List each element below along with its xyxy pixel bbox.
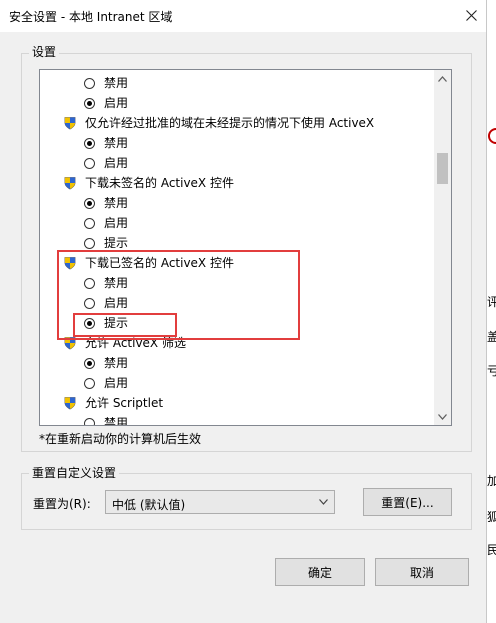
- radio-unchecked-icon[interactable]: [84, 157, 95, 169]
- radio-unchecked-icon[interactable]: [84, 77, 95, 89]
- chevron-down-icon: [438, 413, 447, 420]
- background-text-6: 民: [487, 543, 496, 557]
- settings-group-label: 设置: [29, 45, 60, 59]
- scroll-down-button[interactable]: [434, 408, 451, 425]
- background-text-4: 加: [487, 474, 496, 488]
- setting-option-label: 启用: [104, 376, 129, 390]
- setting-option-label: 禁用: [104, 136, 129, 150]
- title-bar: 安全设置 - 本地 Intranet 区域: [0, 0, 486, 32]
- setting-option-label: 启用: [104, 156, 129, 170]
- setting-option-radio[interactable]: 启用: [84, 153, 128, 173]
- setting-option-radio[interactable]: 禁用: [84, 193, 128, 213]
- radio-unchecked-icon[interactable]: [84, 377, 95, 389]
- window-title: 安全设置 - 本地 Intranet 区域: [9, 10, 173, 24]
- setting-heading: 仅允许经过批准的域在未经提示的情况下使用 ActiveX: [64, 113, 374, 133]
- cancel-button[interactable]: 取消: [375, 558, 469, 586]
- setting-option-label: 启用: [104, 96, 129, 110]
- setting-option-label: 禁用: [104, 76, 129, 90]
- radio-unchecked-icon[interactable]: [84, 417, 95, 425]
- background-text-5: 狐: [487, 510, 496, 524]
- background-text-3: 亏: [487, 364, 496, 378]
- radio-unchecked-icon[interactable]: [84, 217, 95, 229]
- shield-icon: [64, 117, 76, 130]
- setting-option-radio[interactable]: 禁用: [84, 413, 128, 425]
- setting-option-radio[interactable]: 启用: [84, 213, 128, 233]
- setting-heading-label: 仅允许经过批准的域在未经提示的情况下使用 ActiveX: [85, 116, 375, 130]
- radio-checked-icon[interactable]: [84, 97, 95, 109]
- settings-listbox[interactable]: 禁用 启用 仅允许经过批准的域在未经提示的情况下使用 ActiveX 禁用 启用 下载未签…: [39, 69, 452, 426]
- reset-group-label: 重置自定义设置: [29, 466, 120, 480]
- setting-option-radio[interactable]: 禁用: [84, 353, 128, 373]
- setting-option-label: 提示: [104, 236, 129, 250]
- shield-icon: [64, 177, 76, 190]
- radio-checked-icon[interactable]: [84, 357, 95, 369]
- ok-button[interactable]: 确定: [275, 558, 365, 586]
- settings-list: 禁用 启用 仅允许经过批准的域在未经提示的情况下使用 ActiveX 禁用 启用 下载未签…: [40, 70, 434, 425]
- background-text-2: 盖: [487, 330, 496, 344]
- close-icon: [465, 9, 477, 21]
- setting-option-label: 禁用: [104, 416, 129, 425]
- security-level-select[interactable]: 中低 (默认值): [105, 490, 335, 514]
- reset-button[interactable]: 重置(E)...: [363, 488, 452, 516]
- setting-option-radio[interactable]: 禁用: [84, 133, 128, 153]
- setting-option-label: 启用: [104, 216, 129, 230]
- cancel-button-label: 取消: [409, 565, 434, 580]
- setting-option-radio[interactable]: 启用: [84, 373, 128, 393]
- security-settings-dialog: 安全设置 - 本地 Intranet 区域 设置 禁用 启用 仅允许经过批准的域在未…: [0, 0, 487, 623]
- security-level-value: 中低 (默认值): [112, 498, 186, 512]
- close-button[interactable]: [458, 3, 484, 27]
- setting-option-radio[interactable]: 启用: [84, 93, 128, 113]
- scroll-thumb[interactable]: [437, 153, 448, 184]
- radio-checked-icon[interactable]: [84, 137, 95, 149]
- restart-note: *在重新启动你的计算机后生效: [39, 432, 202, 446]
- setting-heading: 下载未签名的 ActiveX 控件: [64, 173, 234, 193]
- reset-button-label: 重置(E)...: [381, 495, 434, 510]
- setting-heading-label: 允许 Scriptlet: [85, 396, 164, 410]
- setting-option-label: 禁用: [104, 196, 129, 210]
- shield-icon: [64, 397, 76, 410]
- setting-heading-label: 下载未签名的 ActiveX 控件: [85, 176, 234, 190]
- highlight-box-prompt-option: [73, 313, 177, 337]
- background-app-icon: [488, 128, 496, 144]
- scroll-up-button[interactable]: [434, 70, 451, 87]
- ok-button-label: 确定: [307, 565, 332, 580]
- vertical-scrollbar[interactable]: [434, 70, 451, 425]
- radio-checked-icon[interactable]: [84, 197, 95, 209]
- reset-to-label: 重置为(R):: [33, 497, 91, 511]
- radio-unchecked-icon[interactable]: [84, 237, 95, 249]
- setting-heading: 允许 Scriptlet: [64, 393, 163, 413]
- background-text-1: 评: [487, 295, 496, 309]
- setting-option-label: 禁用: [104, 356, 129, 370]
- setting-option-radio[interactable]: 禁用: [84, 73, 128, 93]
- chevron-up-icon: [438, 75, 447, 82]
- chevron-down-icon: [319, 499, 328, 505]
